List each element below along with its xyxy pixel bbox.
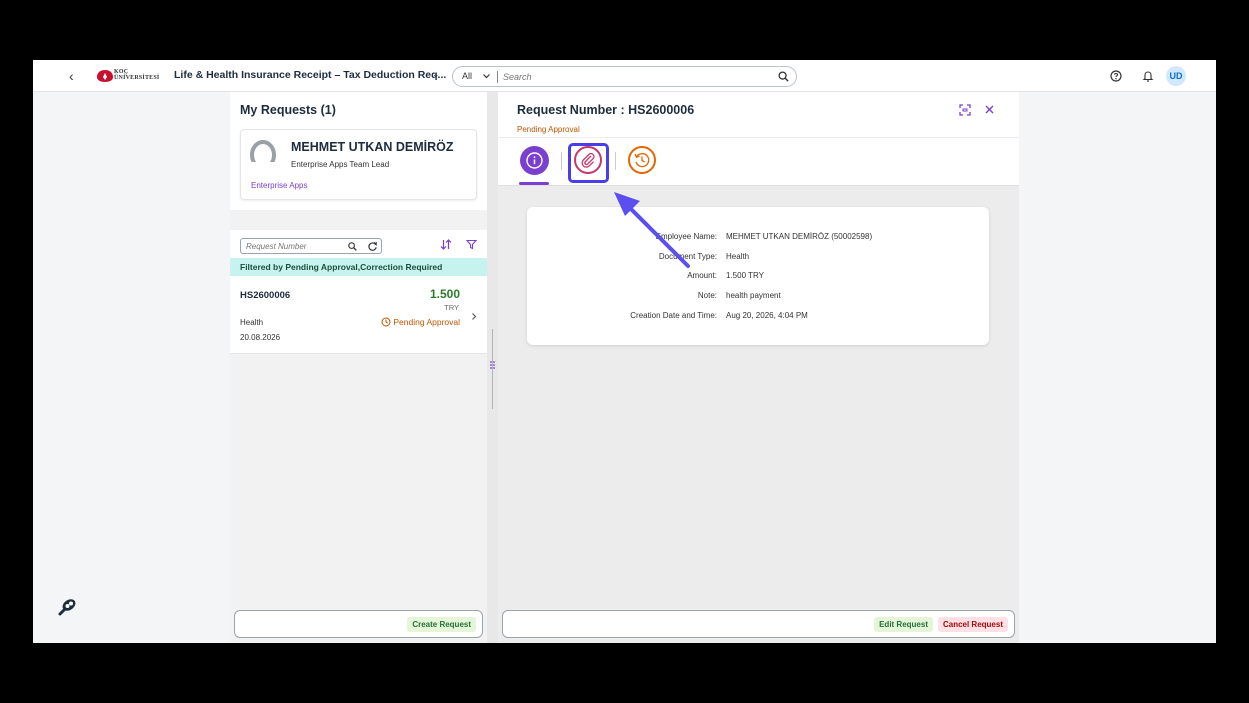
close-icon[interactable]	[984, 104, 995, 115]
panel-splitter[interactable]	[487, 92, 498, 643]
tab-selected-indicator	[519, 182, 549, 185]
user-avatar[interactable]: UD	[1166, 66, 1186, 86]
attachments-tab-highlight	[568, 143, 609, 183]
cancel-request-button[interactable]: Cancel Request	[937, 617, 1008, 632]
edit-request-button[interactable]: Edit Request	[874, 617, 933, 632]
chevron-down-icon[interactable]	[482, 70, 491, 82]
tab-separator	[615, 152, 616, 170]
field-label: Creation Date and Time:	[630, 311, 717, 320]
field-row: Note: health payment	[527, 291, 989, 305]
tab-separator	[561, 152, 562, 170]
list-title: My Requests (1)	[240, 103, 336, 117]
field-value: 1.500 TRY	[726, 271, 764, 280]
profile-card: MEHMET UTKAN DEMİRÖZ Enterprise Apps Tea…	[240, 129, 477, 200]
status-text: Pending Approval	[393, 317, 460, 327]
search-icon[interactable]	[778, 71, 789, 82]
field-label: Employee Name:	[655, 232, 717, 241]
fullscreen-icon[interactable]	[959, 104, 971, 116]
request-detail-panel: Request Number : HS2600006 Pending Appro…	[498, 92, 1019, 643]
request-list-panel: My Requests (1) MEHMET UTKAN DEMİRÖZ Ent…	[230, 92, 487, 643]
list-item[interactable]: HS2600006 1.500 TRY Health 20.08.2026 Pe…	[230, 276, 487, 354]
list-header: My Requests (1) MEHMET UTKAN DEMİRÖZ Ent…	[230, 92, 487, 210]
koc-logo-icon	[97, 70, 113, 82]
search-input[interactable]	[503, 70, 763, 84]
request-number-input[interactable]	[246, 241, 341, 252]
profile-org-link[interactable]: Enterprise Apps	[251, 181, 307, 190]
tab-information[interactable]	[520, 146, 549, 175]
refresh-icon[interactable]	[367, 241, 378, 252]
sort-icon[interactable]	[440, 239, 452, 250]
field-row: Amount: 1.500 TRY	[527, 271, 989, 285]
detail-header: Request Number : HS2600006 Pending Appro…	[498, 92, 1019, 137]
request-id: HS2600006	[240, 290, 291, 301]
field-label: Document Type:	[658, 252, 717, 261]
field-value: health payment	[726, 291, 781, 300]
field-row: Employee Name: MEHMET UTKAN DEMİRÖZ (500…	[527, 232, 989, 246]
scope-divider	[497, 71, 498, 83]
bell-icon[interactable]	[1142, 70, 1154, 82]
logo-text-line2: ÜNİVERSİTESİ	[114, 75, 160, 81]
filter-icon[interactable]	[466, 239, 477, 250]
chevron-down-icon[interactable]: ⌄	[432, 69, 440, 80]
field-value: Health	[726, 252, 750, 261]
field-row: Creation Date and Time: Aug 20, 2026, 4:…	[527, 311, 989, 325]
koc-university-logo[interactable]: KOÇ ÜNİVERSİTESİ	[97, 69, 160, 83]
search-icon[interactable]	[348, 242, 357, 251]
request-type: Health	[240, 318, 264, 327]
profile-name: MEHMET UTKAN DEMİRÖZ	[291, 140, 454, 154]
field-label: Amount:	[687, 271, 717, 280]
app-screen: ‹ KOÇ ÜNİVERSİTESİ Life & Health Insuran…	[33, 60, 1216, 643]
field-value: Aug 20, 2026, 4:04 PM	[726, 311, 808, 320]
tab-history[interactable]	[628, 146, 656, 174]
app-title[interactable]: Life & Health Insurance Receipt – Tax De…	[174, 69, 446, 81]
grip-icon[interactable]	[489, 360, 496, 372]
profile-role: Enterprise Apps Team Lead	[291, 160, 390, 169]
pending-clock-icon	[381, 317, 391, 327]
request-amount: 1.500	[429, 287, 460, 301]
joule-assistant-icon[interactable]	[55, 595, 79, 619]
create-request-button[interactable]: Create Request	[407, 617, 476, 632]
chevron-right-icon	[472, 313, 477, 320]
request-date: 20.08.2026	[240, 333, 281, 342]
detail-status: Pending Approval	[517, 125, 580, 134]
field-label: Note:	[697, 291, 717, 300]
request-currency: TRY	[444, 303, 459, 312]
shell-bar: ‹ KOÇ ÜNİVERSİTESİ Life & Health Insuran…	[33, 60, 1216, 92]
filter-info-bar: Filtered by Pending Approval,Correction …	[230, 258, 487, 276]
request-number-search	[240, 238, 382, 254]
request-info-card: Employee Name: MEHMET UTKAN DEMİRÖZ (500…	[527, 207, 989, 345]
search-scope-select[interactable]: All	[462, 71, 472, 81]
back-button[interactable]: ‹	[69, 68, 74, 84]
help-icon[interactable]	[1110, 70, 1122, 82]
list-footer-toolbar: Create Request	[234, 610, 483, 638]
global-search: All	[452, 66, 797, 87]
status-badge: Pending Approval	[381, 317, 460, 327]
detail-title: Request Number : HS2600006	[517, 103, 695, 117]
info-icon	[526, 152, 543, 169]
person-placeholder-icon	[250, 140, 276, 170]
field-row: Document Type: Health	[527, 252, 989, 266]
history-icon	[634, 152, 650, 168]
list-toolbar	[230, 230, 487, 258]
field-value: MEHMET UTKAN DEMİRÖZ (50002598)	[726, 232, 873, 241]
detail-footer-toolbar: Edit Request Cancel Request	[502, 610, 1015, 638]
